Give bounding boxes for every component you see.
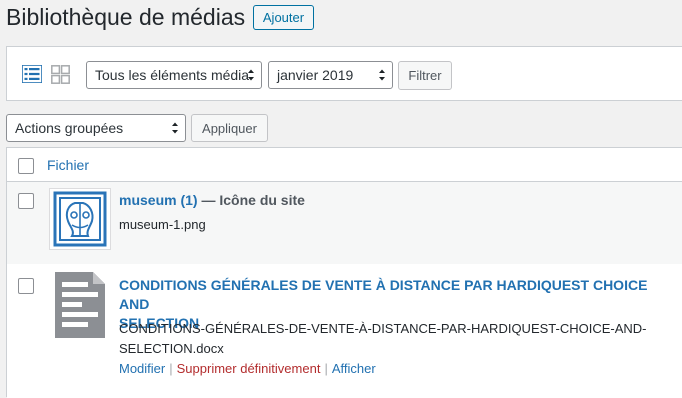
list-view-icon[interactable]	[22, 65, 42, 83]
media-type-value: Tous les éléments média	[95, 67, 250, 83]
column-header-file[interactable]: Fichier	[47, 157, 89, 173]
filter-bar: Tous les éléments média janvier 2019 Fil…	[6, 46, 682, 101]
museum-thumbnail	[53, 191, 107, 247]
action-separator: |	[169, 361, 173, 376]
table-row: museum (1) — Icône du site museum-1.png	[7, 182, 682, 264]
table-row: CONDITIONS GÉNÉRALES DE VENTE À DISTANCE…	[7, 264, 682, 398]
filename-line: CONDITIONS-GÉNÉRALES-DE-VENTE-À-DISTANCE…	[119, 321, 647, 336]
delete-permanently-link[interactable]: Supprimer définitivement	[177, 361, 321, 376]
view-link[interactable]: Afficher	[332, 361, 376, 376]
media-thumbnail[interactable]	[49, 188, 111, 250]
site-icon-label: — Icône du site	[197, 192, 305, 208]
apply-button[interactable]: Appliquer	[191, 114, 268, 142]
bulk-actions-select[interactable]: Actions groupées	[6, 114, 186, 142]
add-new-button[interactable]: Ajouter	[253, 5, 314, 30]
filename-line: SELECTION.docx	[119, 341, 224, 356]
media-filename: museum-1.png	[119, 217, 206, 232]
select-arrows-icon	[379, 69, 385, 81]
edit-link[interactable]: Modifier	[119, 361, 165, 376]
action-separator: |	[324, 361, 328, 376]
table-header: Fichier	[7, 148, 682, 182]
row-actions: Modifier | Supprimer définitivement | Affich…	[119, 361, 376, 376]
media-type-select[interactable]: Tous les éléments média	[86, 61, 262, 89]
media-title-row: museum (1) — Icône du site	[119, 191, 305, 210]
page-title: Bibliothèque de médias	[6, 4, 246, 30]
media-title-line: CONDITIONS GÉNÉRALES DE VENTE À DISTANCE…	[119, 277, 648, 312]
document-icon[interactable]	[55, 272, 105, 338]
date-value: janvier 2019	[277, 67, 354, 83]
bulk-actions-value: Actions groupées	[15, 120, 124, 136]
row-checkbox[interactable]	[18, 193, 34, 209]
grid-view-icon[interactable]	[51, 65, 70, 84]
media-title-link[interactable]: museum (1)	[119, 192, 198, 208]
select-all-checkbox[interactable]	[18, 158, 34, 174]
filter-button[interactable]: Filtrer	[398, 61, 452, 90]
date-select[interactable]: janvier 2019	[268, 61, 393, 89]
select-arrows-icon	[172, 122, 178, 134]
media-table: Fichier museum (1) — Icône du site museu…	[6, 147, 682, 398]
row-checkbox[interactable]	[18, 278, 34, 294]
select-arrows-icon	[248, 69, 254, 81]
media-filename: CONDITIONS-GÉNÉRALES-DE-VENTE-À-DISTANCE…	[119, 319, 682, 359]
